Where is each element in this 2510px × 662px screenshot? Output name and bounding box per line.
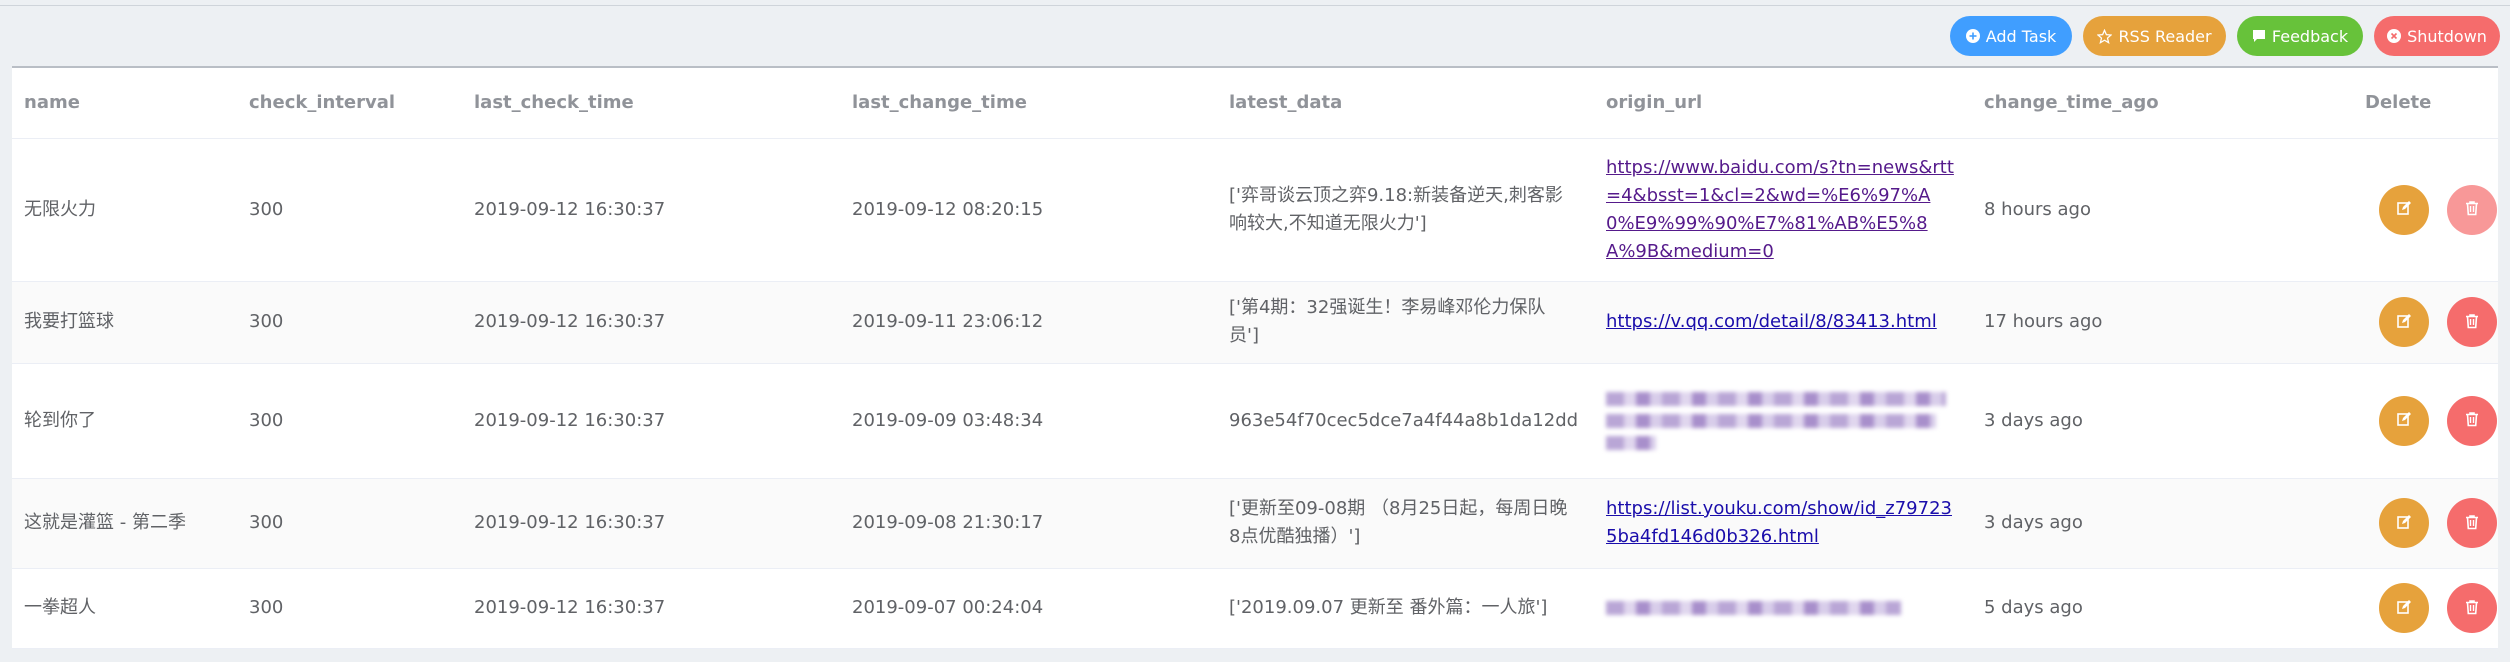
top-divider <box>0 5 2510 6</box>
column-header-delete: Delete <box>2353 68 2498 139</box>
edit-button[interactable] <box>2379 184 2429 235</box>
task-table-card: name check_interval last_check_time last… <box>12 66 2498 649</box>
delete-button[interactable] <box>2447 395 2497 446</box>
cell-latest-data: 963e54f70cec5dce7a4f44a8b1da12dd <box>1217 363 1594 479</box>
cell-check-interval: 300 <box>237 363 462 479</box>
circle-close-icon <box>2387 29 2402 44</box>
cell-latest-data: ['弈哥谈云顶之弈9.18:新装备逆天,刺客影响较大,不知道无限火力'] <box>1217 138 1594 282</box>
redacted-url[interactable] <box>1606 391 1972 450</box>
column-header-last-change-time[interactable]: last_change_time <box>840 68 1217 139</box>
cell-latest-data: ['更新至09-08期 （8月25日起，每周日晚8点优酷独播）'] <box>1217 478 1594 569</box>
toolbar: Add Task RSS Reader Feedback Shutdown <box>1950 16 2500 56</box>
origin-url-link[interactable]: https://v.qq.com/detail/8/83413.html <box>1606 308 1972 336</box>
cell-origin-url: https://v.qq.com/detail/8/83413.html <box>1594 281 1972 364</box>
cell-name: 这就是灌篮 - 第二季 <box>12 478 237 569</box>
cell-actions <box>2353 138 2498 282</box>
cell-last-change-time: 2019-09-09 03:48:34 <box>840 363 1217 479</box>
table-row: 轮到你了 300 2019-09-12 16:30:37 2019-09-09 … <box>12 363 2498 479</box>
cell-check-interval: 300 <box>237 138 462 282</box>
plus-circle-icon <box>1965 29 1980 44</box>
cell-change-time-ago: 8 hours ago <box>1972 138 2353 282</box>
shutdown-label: Shutdown <box>2407 26 2487 46</box>
cell-last-change-time: 2019-09-12 08:20:15 <box>840 138 1217 282</box>
trash-icon <box>2464 313 2480 332</box>
cell-origin-url <box>1594 568 1972 649</box>
rss-reader-label: RSS Reader <box>2118 26 2212 46</box>
cell-last-check-time: 2019-09-12 16:30:37 <box>462 138 840 282</box>
column-header-name[interactable]: name <box>12 68 237 139</box>
cell-check-interval: 300 <box>237 568 462 649</box>
cell-check-interval: 300 <box>237 281 462 364</box>
delete-button[interactable] <box>2447 297 2497 347</box>
column-header-last-check-time[interactable]: last_check_time <box>462 68 840 139</box>
cell-name: 我要打篮球 <box>12 281 237 364</box>
cell-name: 轮到你了 <box>12 363 237 479</box>
cell-actions <box>2353 568 2498 649</box>
edit-icon <box>2396 514 2412 533</box>
cell-origin-url: https://www.baidu.com/s?tn=news&rtt=4&bs… <box>1594 138 1972 282</box>
cell-origin-url: https://list.youku.com/show/id_z797235ba… <box>1594 478 1972 569</box>
cell-change-time-ago: 3 days ago <box>1972 363 2353 479</box>
cell-actions <box>2353 363 2498 479</box>
table-row: 一拳超人 300 2019-09-12 16:30:37 2019-09-07 … <box>12 568 2498 649</box>
edit-icon <box>2396 313 2412 332</box>
cell-name: 一拳超人 <box>12 568 237 649</box>
add-task-button[interactable]: Add Task <box>1950 16 2072 56</box>
add-task-label: Add Task <box>1985 26 2057 46</box>
delete-button[interactable] <box>2447 184 2497 235</box>
column-header-check-interval[interactable]: check_interval <box>237 68 462 139</box>
trash-icon <box>2464 599 2480 618</box>
edit-button[interactable] <box>2379 395 2429 446</box>
rss-reader-button[interactable]: RSS Reader <box>2083 16 2226 56</box>
edit-icon <box>2396 599 2412 618</box>
cell-change-time-ago: 17 hours ago <box>1972 281 2353 364</box>
edit-icon <box>2396 411 2412 430</box>
column-header-origin-url[interactable]: origin_url <box>1594 68 1972 139</box>
edit-button[interactable] <box>2379 583 2429 633</box>
edit-icon <box>2396 200 2412 219</box>
edit-button[interactable] <box>2379 297 2429 347</box>
delete-button[interactable] <box>2447 583 2497 633</box>
shutdown-button[interactable]: Shutdown <box>2374 16 2500 56</box>
task-table: name check_interval last_check_time last… <box>12 68 2498 649</box>
cell-last-change-time: 2019-09-07 00:24:04 <box>840 568 1217 649</box>
star-icon <box>2097 28 2113 44</box>
origin-url-link[interactable]: https://www.baidu.com/s?tn=news&rtt=4&bs… <box>1606 154 1972 266</box>
table-row: 这就是灌篮 - 第二季 300 2019-09-12 16:30:37 2019… <box>12 478 2498 569</box>
column-header-change-time-ago[interactable]: change_time_ago <box>1972 68 2353 139</box>
feedback-label: Feedback <box>2271 26 2349 46</box>
feedback-button[interactable]: Feedback <box>2237 16 2363 56</box>
cell-last-check-time: 2019-09-12 16:30:37 <box>462 478 840 569</box>
trash-icon <box>2464 514 2480 533</box>
table-header-row: name check_interval last_check_time last… <box>12 68 2498 139</box>
cell-actions <box>2353 281 2498 364</box>
trash-icon <box>2464 200 2480 219</box>
cell-last-check-time: 2019-09-12 16:30:37 <box>462 363 840 479</box>
cell-latest-data: ['2019.09.07 更新至 番外篇：一人旅'] <box>1217 568 1594 649</box>
cell-actions <box>2353 478 2498 569</box>
redacted-url[interactable] <box>1606 601 1972 615</box>
cell-last-check-time: 2019-09-12 16:30:37 <box>462 568 840 649</box>
delete-button[interactable] <box>2447 498 2497 548</box>
cell-latest-data: ['第4期：32强诞生！李易峰邓伦力保队员'] <box>1217 281 1594 364</box>
table-row: 无限火力 300 2019-09-12 16:30:37 2019-09-12 … <box>12 138 2498 282</box>
table-row: 我要打篮球 300 2019-09-12 16:30:37 2019-09-11… <box>12 281 2498 364</box>
column-header-latest-data[interactable]: latest_data <box>1217 68 1594 139</box>
message-icon <box>2252 29 2266 44</box>
cell-name: 无限火力 <box>12 138 237 282</box>
cell-origin-url <box>1594 363 1972 479</box>
cell-change-time-ago: 5 days ago <box>1972 568 2353 649</box>
cell-check-interval: 300 <box>237 478 462 569</box>
trash-icon <box>2464 411 2480 430</box>
cell-last-change-time: 2019-09-08 21:30:17 <box>840 478 1217 569</box>
origin-url-link[interactable]: https://list.youku.com/show/id_z797235ba… <box>1606 495 1972 551</box>
edit-button[interactable] <box>2379 498 2429 548</box>
cell-change-time-ago: 3 days ago <box>1972 478 2353 569</box>
cell-last-change-time: 2019-09-11 23:06:12 <box>840 281 1217 364</box>
cell-last-check-time: 2019-09-12 16:30:37 <box>462 281 840 364</box>
